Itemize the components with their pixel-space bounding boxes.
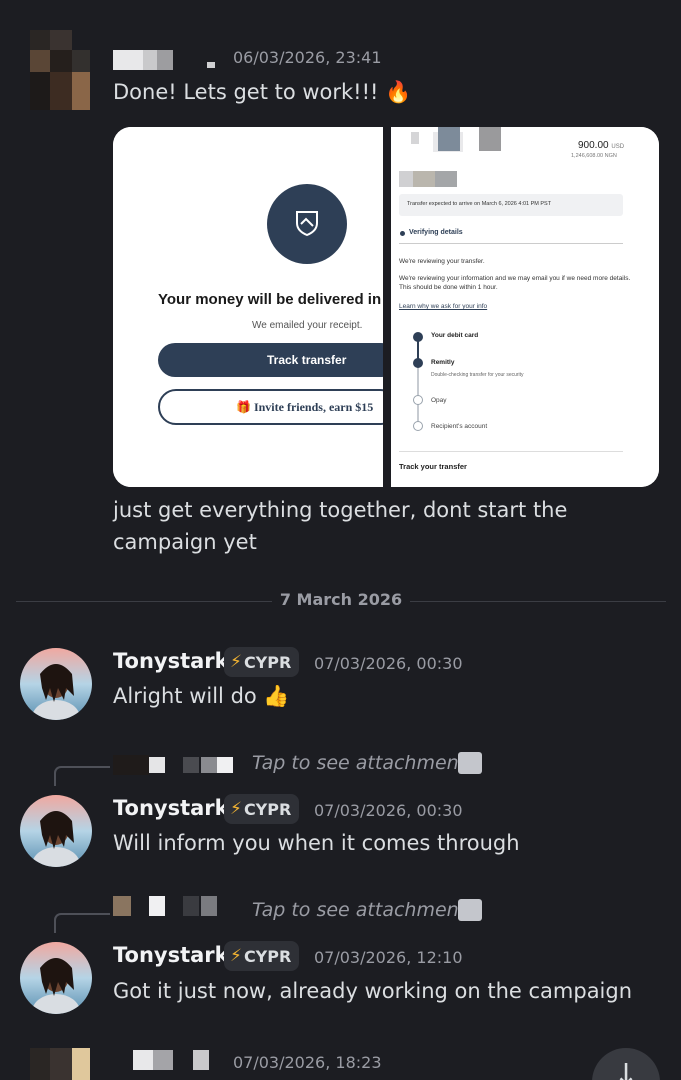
section-divider (399, 243, 623, 244)
avatar-tonystark[interactable] (20, 648, 92, 720)
message-text: Will inform you when it comes through (113, 831, 520, 855)
message-timestamp: 07/03/2026, 00:30 (314, 654, 463, 673)
receipt-note: We emailed your receipt. (252, 320, 363, 331)
transfer-amount: 900.00 USD (578, 140, 625, 151)
avatar-tonystark[interactable] (20, 942, 92, 1014)
learn-why-link[interactable]: Learn why we ask for your info (399, 303, 487, 310)
image-icon (458, 752, 482, 774)
username[interactable]: Tonystark (113, 649, 229, 673)
verifying-title: Verifying details (409, 229, 463, 236)
step-dot-done (413, 358, 423, 368)
transfer-screenshot-attachment[interactable]: Your money will be delivered in 1 We ema… (113, 127, 659, 487)
username[interactable]: Tonystark (113, 796, 229, 820)
reply-connector (54, 766, 110, 786)
reply-author-redacted[interactable] (113, 755, 238, 775)
message-timestamp: 07/03/2026, 12:10 (314, 948, 463, 967)
username-redacted[interactable] (133, 1050, 223, 1070)
date-divider-label: 7 March 2026 (279, 590, 403, 609)
date-divider-right (410, 601, 666, 602)
lightning-icon: ⚡ (230, 652, 242, 672)
username[interactable]: Tonystark (113, 943, 229, 967)
delivery-headline: Your money will be delivered in 1 (158, 291, 383, 308)
lightning-icon: ⚡ (230, 946, 242, 966)
scroll-down-button[interactable]: ↓ (592, 1048, 660, 1080)
tonystark-avatar-art (20, 648, 92, 720)
track-transfer-button[interactable]: Track transfer (158, 343, 383, 377)
tonystark-avatar-art (20, 942, 92, 1014)
track-your-transfer: Track your transfer (399, 462, 467, 471)
tonystark-avatar-art (20, 795, 92, 867)
avatar-pixelated[interactable] (20, 30, 92, 110)
guild-tag[interactable]: ⚡ CYPR (224, 794, 300, 824)
lightning-icon: ⚡ (230, 799, 242, 819)
receipt-panel: Your money will be delivered in 1 We ema… (113, 127, 383, 487)
step-title: Remitly (431, 359, 455, 366)
step-title: Your debit card (431, 332, 479, 339)
guild-tag[interactable]: ⚡ CYPR (224, 647, 300, 677)
avatar-tonystark[interactable] (20, 795, 92, 867)
step-title: Opay (431, 397, 447, 404)
message-text: Done! Lets get to work!!! 🔥 (113, 80, 412, 104)
message-text: Alright will do 👍 (113, 684, 290, 708)
message-timestamp: 06/03/2026, 23:41 (233, 48, 382, 67)
verifying-dot (400, 231, 405, 236)
image-icon (458, 899, 482, 921)
transfer-status-panel: 900.00 USD 1,246,608.00 NGN Transfer exp… (391, 127, 659, 487)
step-dot-pending (413, 395, 423, 405)
message-text: Got it just now, already working on the … (113, 979, 633, 1003)
tap-attachment-hint[interactable]: Tap to see attachment (252, 752, 466, 774)
step-subtitle: Double-checking transfer for your securi… (431, 372, 524, 378)
username-redacted[interactable] (113, 50, 223, 72)
message-text: just get everything together, dont start… (113, 498, 568, 554)
invite-friends-button[interactable]: 🎁 Invite friends, earn $15 (158, 389, 383, 425)
redacted-recipient (411, 132, 419, 144)
reviewing-text: We're reviewing your transfer. (399, 258, 485, 265)
avatar-pixelated[interactable] (20, 1048, 92, 1080)
arrival-notice-text: Transfer expected to arrive on March 6, … (407, 201, 552, 207)
date-divider-left (16, 601, 272, 602)
tap-attachment-hint[interactable]: Tap to see attachment (252, 899, 466, 921)
step-title: Recipient's account (431, 423, 488, 430)
panel-gap (383, 127, 391, 487)
reply-connector (54, 913, 110, 933)
reply-author-redacted[interactable] (113, 896, 238, 916)
reviewing-detail: We're reviewing your information and we … (399, 275, 631, 291)
step-divider (399, 451, 623, 452)
shield-emblem-icon (296, 211, 318, 237)
local-amount: 1,246,608.00 NGN (571, 153, 617, 159)
guild-tag[interactable]: ⚡ CYPR (224, 941, 300, 971)
message-timestamp: 07/03/2026, 18:23 (233, 1053, 382, 1072)
step-dot-pending (413, 421, 423, 431)
step-dot-done (413, 332, 423, 342)
message-timestamp: 07/03/2026, 00:30 (314, 801, 463, 820)
